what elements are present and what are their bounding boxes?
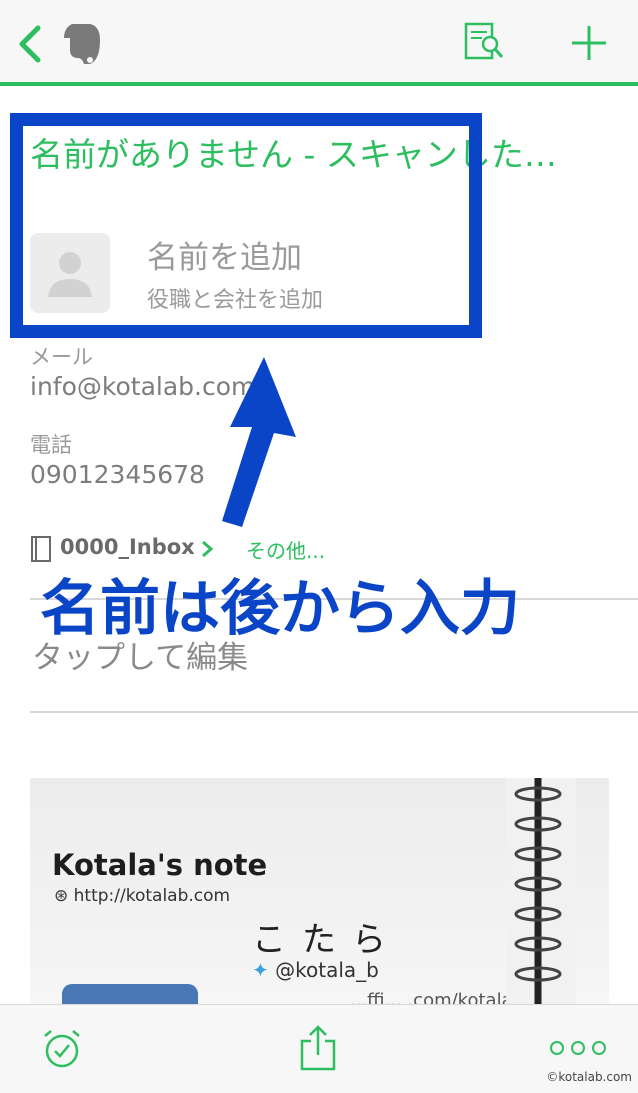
card-url-text: http://kotalab.com <box>73 886 231 906</box>
divider <box>30 711 638 713</box>
card-photo <box>62 984 198 1004</box>
twitter-icon: ✦ <box>252 958 269 982</box>
watermark: ©kotalab.com <box>546 1070 632 1084</box>
top-toolbar <box>0 0 638 86</box>
card-url: ⊛ http://kotalab.com <box>54 886 230 906</box>
wordpress-icon: ⊛ <box>54 886 69 906</box>
business-card-image[interactable]: Kotala's note ⊛ http://kotalab.com こたら ✦… <box>30 778 609 1004</box>
notebook-name[interactable]: 0000_Inbox <box>60 535 195 559</box>
phone-value[interactable]: 09012345678 <box>30 460 205 489</box>
annotation-arrow <box>222 357 296 527</box>
spiral-binding <box>506 778 576 1004</box>
plus-icon[interactable] <box>570 24 608 62</box>
card-twitter-handle: @kotala_b <box>275 958 379 982</box>
email-label: メール <box>30 345 93 369</box>
toolbar-accent-line <box>0 82 638 86</box>
chevron-left-icon[interactable] <box>14 24 44 64</box>
annotation-caption: 名前は後から入力 <box>40 574 520 644</box>
bottom-toolbar <box>0 1004 638 1093</box>
card-person-name: こたら <box>252 920 402 960</box>
notebook-icon <box>31 536 51 562</box>
chevron-right-icon <box>202 540 214 558</box>
share-icon[interactable] <box>298 1025 338 1071</box>
phone-label: 電話 <box>30 433 72 457</box>
alarm-clock-icon[interactable] <box>40 1027 84 1071</box>
card-twitter: ✦ @kotala_b <box>252 958 379 982</box>
card-title: Kotala's note <box>52 848 268 882</box>
document-search-icon[interactable] <box>462 22 506 62</box>
evernote-elephant-icon[interactable] <box>60 20 104 68</box>
more-dots-icon[interactable] <box>548 1039 608 1057</box>
annotation-highlight-box <box>10 113 482 338</box>
